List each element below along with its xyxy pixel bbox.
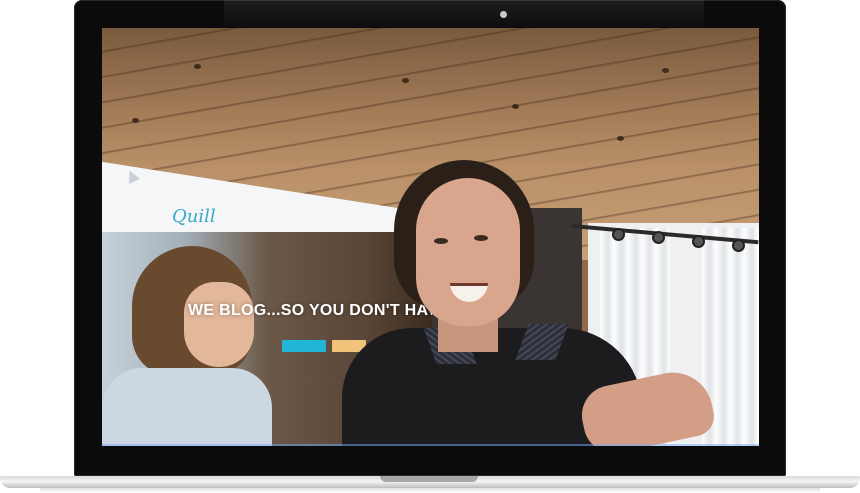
laptop-screen: Quill WE BLOG...SO YOU DON'T HAVE TO: [102, 28, 759, 446]
laptop-shadow: [40, 488, 820, 493]
curtain-ring: [692, 235, 705, 248]
wood-knot: [512, 104, 519, 109]
wood-knot: [402, 78, 409, 83]
curtain-ring: [612, 228, 625, 241]
wood-knot: [662, 68, 669, 73]
person-face: [416, 178, 520, 326]
person-eye-right: [474, 235, 488, 241]
site-logo: Quill: [172, 206, 216, 227]
person-eye-left: [434, 238, 448, 244]
laptop-hinge-notch: [380, 476, 478, 482]
curtain-ring: [652, 231, 665, 244]
wood-knot: [194, 64, 201, 69]
screen-edge-highlight: [102, 444, 759, 446]
wood-knot: [132, 118, 139, 123]
hero-woman-body: [102, 368, 272, 446]
hero-woman-face: [184, 282, 254, 367]
cta-primary-button[interactable]: [282, 340, 326, 352]
wood-knot: [617, 136, 624, 141]
lid-glare: [224, 0, 704, 30]
cursor-icon: [124, 168, 140, 184]
webcam-icon: [500, 11, 507, 18]
curtain-ring: [732, 239, 745, 252]
